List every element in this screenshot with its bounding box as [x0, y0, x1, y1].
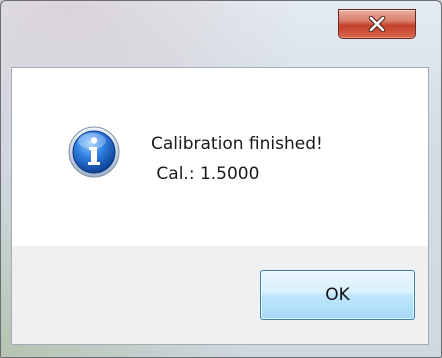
close-icon: [368, 16, 386, 32]
title-bar[interactable]: [1, 1, 441, 67]
message-text: Calibration finished! Cal.: 1.5000: [151, 129, 323, 189]
message-area: Calibration finished! Cal.: 1.5000: [12, 68, 428, 246]
info-icon: [68, 126, 120, 178]
message-line-1: Calibration finished!: [151, 134, 323, 154]
close-button[interactable]: [338, 9, 416, 39]
ok-button[interactable]: OK: [260, 270, 415, 320]
dialog-client-area: Calibration finished! Cal.: 1.5000 OK: [11, 67, 429, 345]
dialog-window: Calibration finished! Cal.: 1.5000 OK: [0, 0, 442, 358]
message-line-2: Cal.: 1.5000: [151, 164, 260, 184]
